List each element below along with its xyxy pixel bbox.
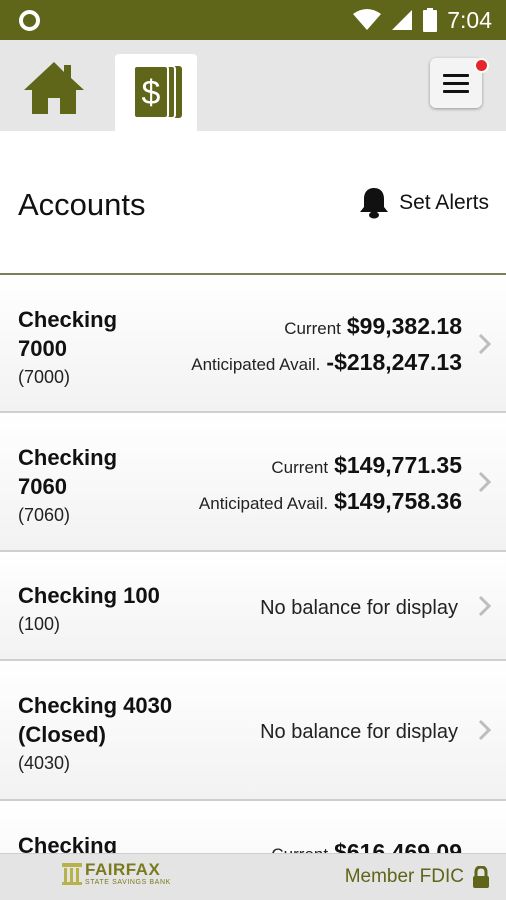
bell-icon [360, 188, 389, 219]
account-number: (7000) [18, 367, 71, 387]
home-icon [24, 62, 84, 114]
current-balance: Current $616,469.09 [271, 839, 462, 853]
svg-text:$: $ [142, 74, 161, 112]
chevron-right-icon [478, 719, 492, 741]
current-balance: Current $99,382.18 [284, 313, 462, 340]
home-nav-button[interactable] [22, 60, 94, 120]
account-name-line2: (Closed) [18, 722, 106, 747]
logo-subtitle: STATE SAVINGS BANK [85, 879, 171, 886]
account-name: Checking [18, 307, 118, 332]
status-time: 7:04 [447, 6, 492, 33]
anticipated-balance: Anticipated Avail. -$218,247.13 [191, 349, 462, 376]
accounts-nav-tab[interactable]: $ [115, 54, 197, 131]
top-nav: $ [0, 40, 506, 131]
menu-bar [443, 90, 469, 93]
anticipated-amount: -$218,247.13 [326, 349, 462, 375]
anticipated-amount: $149,758.36 [334, 488, 462, 514]
account-name-line2: 7000 [18, 336, 67, 361]
account-name: Checking 100 [18, 583, 160, 608]
page-title: Accounts [18, 187, 146, 222]
anticipated-label: Anticipated Avail. [198, 494, 329, 513]
current-amount: $99,382.18 [346, 313, 462, 339]
menu-bar [443, 82, 469, 85]
member-fdic-label: Member FDIC [344, 866, 464, 887]
account-name: Checking [18, 833, 118, 853]
account-number: (100) [18, 614, 61, 634]
account-number: (7060) [18, 505, 71, 525]
current-label: Current [271, 845, 328, 853]
no-balance-text: No balance for display [260, 721, 458, 743]
fairfax-logo: FAIRFAX STATE SAVINGS BANK [62, 861, 171, 887]
current-label: Current [284, 319, 341, 338]
chevron-right-icon [478, 333, 492, 355]
page-header: Accounts Set Alerts [0, 131, 506, 273]
wifi-icon [353, 9, 382, 30]
logo-name: FAIRFAX [85, 860, 161, 879]
status-icons: 7:04 [353, 0, 492, 40]
account-name: Checking [18, 445, 118, 470]
account-list: Checking 7000 (7000) Current $99,382.18 … [0, 273, 506, 853]
money-stack-icon: $ [133, 65, 182, 119]
current-amount: $616,469.09 [334, 839, 462, 853]
account-row-4030[interactable]: Checking 4030 (Closed) (4030) No balance… [0, 661, 506, 801]
chevron-right-icon [478, 471, 492, 493]
current-balance: Current $149,771.35 [271, 452, 462, 479]
signal-icon [392, 10, 413, 30]
battery-icon [423, 8, 438, 32]
member-fdic: Member FDIC [345, 866, 490, 888]
lock-icon [473, 866, 489, 888]
status-bar: 7:04 [0, 0, 506, 40]
anticipated-balance: Anticipated Avail. $149,758.36 [199, 488, 462, 515]
account-row-100[interactable]: Checking 100 (100) No balance for displa… [0, 552, 506, 661]
chevron-right-icon [478, 595, 492, 617]
logo-wordmark: FAIRFAX STATE SAVINGS BANK [85, 861, 171, 887]
account-name: Checking 4030 [18, 693, 173, 718]
bank-building-icon [62, 863, 82, 885]
account-name-line2: 7060 [18, 474, 67, 499]
notification-ring-icon [19, 10, 40, 31]
anticipated-label: Anticipated Avail. [191, 355, 321, 374]
account-row-7000[interactable]: Checking 7000 (7000) Current $99,382.18 … [0, 275, 506, 413]
current-amount: $149,771.35 [334, 452, 462, 478]
menu-bar [443, 74, 469, 77]
set-alerts-label: Set Alerts [399, 191, 489, 214]
no-balance-text: No balance for display [260, 597, 458, 619]
set-alerts-button[interactable]: Set Alerts [359, 187, 489, 219]
footer: FAIRFAX STATE SAVINGS BANK Member FDIC [0, 853, 506, 900]
notification-badge [474, 58, 489, 73]
account-row-7060[interactable]: Checking 7060 (7060) Current $149,771.35… [0, 413, 506, 552]
current-label: Current [271, 458, 329, 477]
account-row-partial[interactable]: Checking Current $616,469.09 [0, 801, 506, 853]
account-number: (4030) [18, 753, 71, 773]
